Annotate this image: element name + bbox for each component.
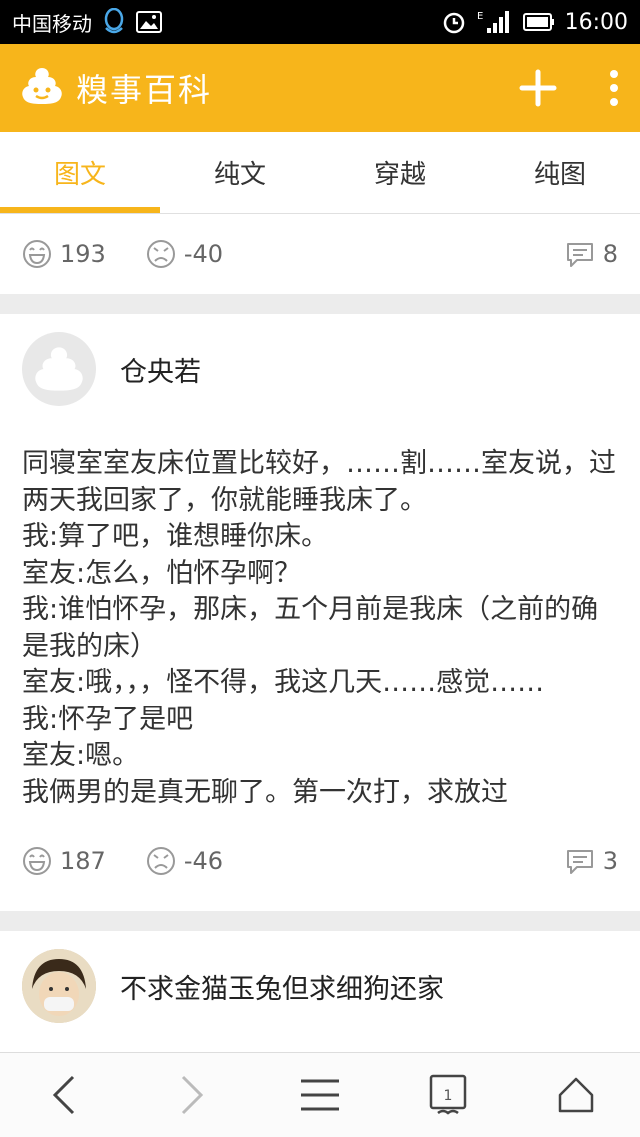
card-divider xyxy=(0,294,640,314)
category-tabs: 图文 纯文 穿越 纯图 xyxy=(0,132,640,214)
default-avatar-icon xyxy=(35,347,83,391)
avatar[interactable] xyxy=(22,332,96,406)
comments-button[interactable]: 8 xyxy=(565,240,618,268)
post-header: 仓央若 xyxy=(22,332,618,406)
funny-vote-button[interactable]: 187 xyxy=(22,846,106,876)
carrier-name: 中国移动 xyxy=(12,11,92,36)
more-options-button[interactable] xyxy=(608,68,620,108)
tab-image-text[interactable]: 图文 xyxy=(0,132,160,213)
app-bar: 糗事百科 xyxy=(0,44,640,132)
user-photo-avatar xyxy=(22,949,96,1023)
image-notification-icon xyxy=(136,11,162,33)
avatar[interactable] xyxy=(22,949,96,1023)
tab-image-only[interactable]: 纯图 xyxy=(480,132,640,213)
funny-count: 193 xyxy=(60,240,106,268)
comment-bubble-icon xyxy=(566,850,593,874)
tab-text-only[interactable]: 纯文 xyxy=(160,132,320,213)
chevron-right-icon xyxy=(181,1075,204,1115)
post-card[interactable]: 不求金猫玉兔但求细狗还家 xyxy=(0,931,640,1052)
forward-button[interactable] xyxy=(152,1055,232,1135)
not-funny-vote-button[interactable]: -46 xyxy=(146,846,223,876)
post-stats: 193 -40 8 xyxy=(22,239,618,269)
comment-bubble-icon xyxy=(566,243,593,267)
open-tabs-count: 1 xyxy=(443,1088,453,1104)
tabs-button[interactable]: 1 xyxy=(408,1055,488,1135)
status-bar: 中国移动 E 16:00 xyxy=(0,0,640,44)
home-icon xyxy=(558,1077,594,1113)
overflow-menu-icon xyxy=(610,70,618,106)
card-divider xyxy=(0,911,640,931)
not-funny-count: -40 xyxy=(183,240,224,268)
alarm-icon xyxy=(441,9,467,35)
add-post-button[interactable] xyxy=(518,68,558,108)
post-feed[interactable]: 193 -40 8 仓央若 同寝室室友床位置比较好，……割……室友说，过两天我回… xyxy=(0,214,640,1052)
network-type: E xyxy=(477,11,483,22)
chevron-left-icon xyxy=(52,1075,75,1115)
comment-count: 3 xyxy=(602,847,618,875)
tab-time-travel[interactable]: 穿越 xyxy=(320,132,480,213)
home-button[interactable] xyxy=(536,1055,616,1135)
laugh-face-icon xyxy=(23,240,51,268)
menu-button[interactable] xyxy=(280,1055,360,1135)
comments-button[interactable]: 3 xyxy=(565,847,618,875)
back-button[interactable] xyxy=(24,1055,104,1135)
post-stats: 187 -46 3 xyxy=(22,811,618,911)
post-header: 不求金猫玉兔但求细狗还家 xyxy=(22,949,618,1023)
not-funny-count: -46 xyxy=(183,847,224,875)
hamburger-menu-icon xyxy=(301,1079,339,1111)
username[interactable]: 不求金猫玉兔但求细狗还家 xyxy=(120,967,444,1006)
not-funny-vote-button[interactable]: -40 xyxy=(146,239,223,269)
plus-icon xyxy=(519,69,557,107)
battery-icon xyxy=(522,12,555,32)
angry-face-icon xyxy=(146,847,175,875)
funny-vote-button[interactable]: 193 xyxy=(22,239,106,269)
username[interactable]: 仓央若 xyxy=(120,350,201,389)
funny-count: 187 xyxy=(60,847,106,875)
post-card[interactable]: 仓央若 同寝室室友床位置比较好，……割……室友说，过两天我回家了，你就能睡我床了… xyxy=(0,314,640,911)
signal-icon: E xyxy=(477,9,513,35)
angry-face-icon xyxy=(146,240,175,268)
clock-time: 16:00 xyxy=(564,9,628,35)
app-title: 糗事百科 xyxy=(76,71,213,109)
post-content[interactable]: 同寝室室友床位置比较好，……割……室友说，过两天我回家了，你就能睡我床了。 我:… xyxy=(22,446,618,811)
comment-count: 8 xyxy=(602,240,618,268)
qq-icon xyxy=(102,8,126,36)
browser-bottom-nav: 1 xyxy=(0,1052,640,1137)
laugh-face-icon xyxy=(23,847,51,875)
app-logo-icon xyxy=(20,66,64,110)
post-card: 193 -40 8 xyxy=(0,214,640,294)
